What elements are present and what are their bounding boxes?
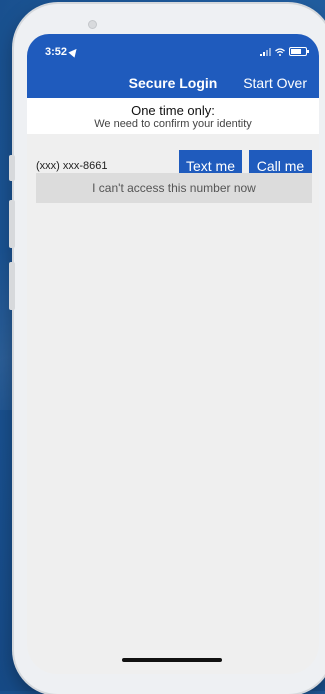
- phone-volume-up-button: [9, 200, 15, 248]
- location-arrow-icon: [68, 46, 80, 58]
- status-icons: [260, 47, 309, 56]
- status-time: 3:52: [45, 46, 68, 58]
- home-indicator[interactable]: [122, 658, 222, 662]
- status-time-group: 3:52: [45, 46, 80, 58]
- masked-phone-number: (xxx) xxx-8661: [36, 160, 108, 172]
- app-screen: 3:52 Secure Login Start Over One time on…: [27, 34, 319, 674]
- battery-icon: [289, 47, 309, 56]
- status-bar: 3:52: [27, 34, 319, 66]
- banner-title: One time only:: [131, 103, 215, 118]
- wifi-icon: [275, 48, 285, 56]
- signal-icon: [260, 48, 271, 56]
- cant-access-number-button[interactable]: I can't access this number now: [36, 173, 312, 203]
- identity-banner: One time only: We need to confirm your i…: [27, 98, 319, 134]
- nav-bar: Secure Login Start Over: [27, 66, 319, 98]
- phone-volume-down-button: [9, 262, 15, 310]
- phone-mute-switch: [9, 155, 15, 181]
- banner-subtitle: We need to confirm your identity: [94, 118, 252, 130]
- front-camera: [88, 20, 97, 29]
- start-over-button[interactable]: Start Over: [243, 75, 307, 91]
